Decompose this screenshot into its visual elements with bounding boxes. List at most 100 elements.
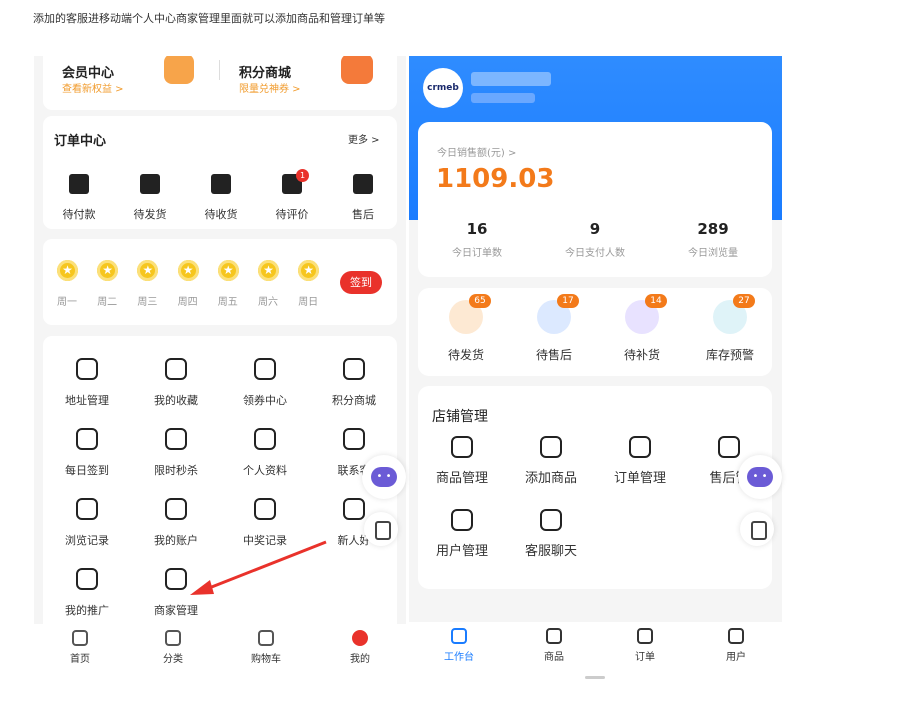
order-item-2[interactable]: 待收货	[194, 206, 248, 222]
gift-box-icon	[341, 56, 373, 84]
tab-label: 我的	[350, 654, 370, 665]
box-icon	[211, 174, 231, 194]
checkin-day-5: 周六	[258, 297, 278, 308]
shop-item-2[interactable]: 订单管理	[600, 436, 680, 486]
todo-item-1[interactable]: 17 待售后	[519, 294, 589, 363]
tab-label: 用户	[726, 652, 746, 663]
exchange-icon	[718, 436, 740, 458]
order-more-link[interactable]: 更多 >	[348, 131, 380, 146]
caption: 添加的客服进移动端个人中心商家管理里面就可以添加商品和管理订单等	[33, 12, 385, 25]
workbench-screen: crmeb 今日销售额(元) > 1109.03 16 今日订单数 9 今日支付人数 2…	[409, 56, 782, 680]
tab-label: 订单	[635, 652, 655, 663]
sales-label[interactable]: 今日销售额(元) >	[437, 144, 516, 159]
tab-label: 商品	[544, 652, 564, 663]
shop-label: 用户管理	[435, 544, 488, 559]
headset-icon	[343, 428, 365, 450]
notes-icon-right[interactable]	[740, 512, 774, 546]
service-label: 商家管理	[154, 604, 198, 617]
service-item-3[interactable]: 积分商城	[319, 358, 389, 408]
review-badge: 1	[296, 169, 309, 182]
tab-2[interactable]: 购物车	[236, 630, 296, 665]
tab-1[interactable]: 商品	[524, 628, 584, 663]
checkin-day-4: 周五	[217, 297, 238, 308]
customer-service-robot-icon-right[interactable]	[738, 455, 782, 499]
workbench-tab-bar: 工作台 商品 订单 用户	[409, 622, 782, 680]
points-mall-sub[interactable]: 限量兑神券 >	[239, 80, 301, 95]
service-item-12[interactable]: 我的推广	[52, 568, 122, 618]
member-center-sub[interactable]: 查看新权益 >	[62, 80, 124, 95]
service-item-5[interactable]: 限时秒杀	[141, 428, 211, 478]
users-icon	[451, 509, 473, 531]
shop-item-1[interactable]: 添加商品	[511, 436, 591, 486]
service-label: 每日签到	[65, 464, 109, 477]
shop-item-5[interactable]: 客服聊天	[511, 509, 591, 559]
document-icon	[76, 498, 98, 520]
checkin-day-6: 周日	[298, 297, 319, 308]
cart-icon	[258, 630, 274, 646]
checkin-day-3: 周四	[177, 297, 198, 308]
tab-0[interactable]: 工作台	[429, 628, 489, 663]
location-icon	[76, 358, 98, 380]
star-icon	[258, 260, 279, 281]
shop-label: 商品管理	[435, 471, 488, 486]
truck-icon	[140, 174, 160, 194]
order-item-3[interactable]: 待评价	[265, 206, 319, 222]
service-item-8[interactable]: 浏览记录	[52, 498, 122, 548]
tab-1[interactable]: 分类	[143, 630, 203, 665]
order-center-title: 订单中心	[54, 134, 107, 149]
divider	[219, 60, 220, 80]
arrow-annotation	[190, 540, 327, 595]
order-item-4[interactable]: 售后	[336, 206, 390, 222]
clipboard-icon	[629, 436, 651, 458]
stat-value: 16	[466, 220, 488, 238]
tab-3[interactable]: 用户	[706, 628, 766, 663]
service-item-2[interactable]: 领券中心	[230, 358, 300, 408]
tab-3[interactable]: 我的	[330, 630, 390, 665]
tab-0[interactable]: 首页	[50, 630, 110, 665]
chat-icon	[540, 509, 562, 531]
todo-item-0[interactable]: 65 待发货	[431, 294, 501, 363]
star-icon	[137, 260, 159, 281]
bag-icon	[451, 436, 473, 458]
shop-label: 添加商品	[524, 471, 577, 486]
order-item-1[interactable]: 待发货	[123, 206, 177, 222]
profile-icon	[352, 630, 368, 646]
service-label: 限时秒杀	[154, 464, 198, 477]
star-icon	[298, 260, 320, 281]
service-item-6[interactable]: 个人资料	[230, 428, 300, 478]
star-icon	[57, 260, 78, 281]
stat-label: 今日支付人数	[565, 248, 625, 259]
todo-label: 库存预警	[705, 348, 754, 362]
clipboard-icon	[165, 498, 187, 520]
todo-icon: 27	[713, 294, 755, 334]
bag-icon	[343, 498, 365, 520]
checkin-button[interactable]: 签到	[340, 271, 382, 294]
points-mall-title[interactable]: 积分商城	[239, 62, 291, 81]
shop-item-4[interactable]: 用户管理	[422, 509, 502, 559]
service-item-0[interactable]: 地址管理	[52, 358, 122, 408]
promotion-icon	[76, 568, 98, 590]
shop-item-0[interactable]: 商品管理	[422, 436, 502, 486]
member-center-title[interactable]: 会员中心	[62, 62, 114, 81]
gift-icon	[343, 358, 365, 380]
clipboard-icon	[637, 628, 653, 644]
clock-icon	[165, 428, 187, 450]
store-info-blurred	[471, 93, 535, 103]
order-item-0[interactable]: 待付款	[52, 206, 106, 222]
service-item-1[interactable]: 我的收藏	[141, 358, 211, 408]
tab-2[interactable]: 订单	[615, 628, 675, 663]
shop-management-title: 店铺管理	[432, 409, 488, 425]
notes-icon[interactable]	[364, 512, 398, 546]
service-label: 浏览记录	[65, 534, 109, 547]
bag-icon	[546, 628, 562, 644]
service-label: 我的推广	[65, 604, 109, 617]
todo-item-2[interactable]: 14 待补货	[607, 294, 677, 363]
todo-item-3[interactable]: 27 库存预警	[695, 294, 765, 363]
service-label: 地址管理	[65, 394, 109, 407]
coupon-icon	[254, 358, 276, 380]
service-item-4[interactable]: 每日签到	[52, 428, 122, 478]
shop-label: 订单管理	[613, 471, 666, 486]
home-icon	[72, 630, 88, 646]
customer-service-robot-icon[interactable]	[362, 455, 406, 499]
todo-icon: 14	[625, 294, 667, 334]
